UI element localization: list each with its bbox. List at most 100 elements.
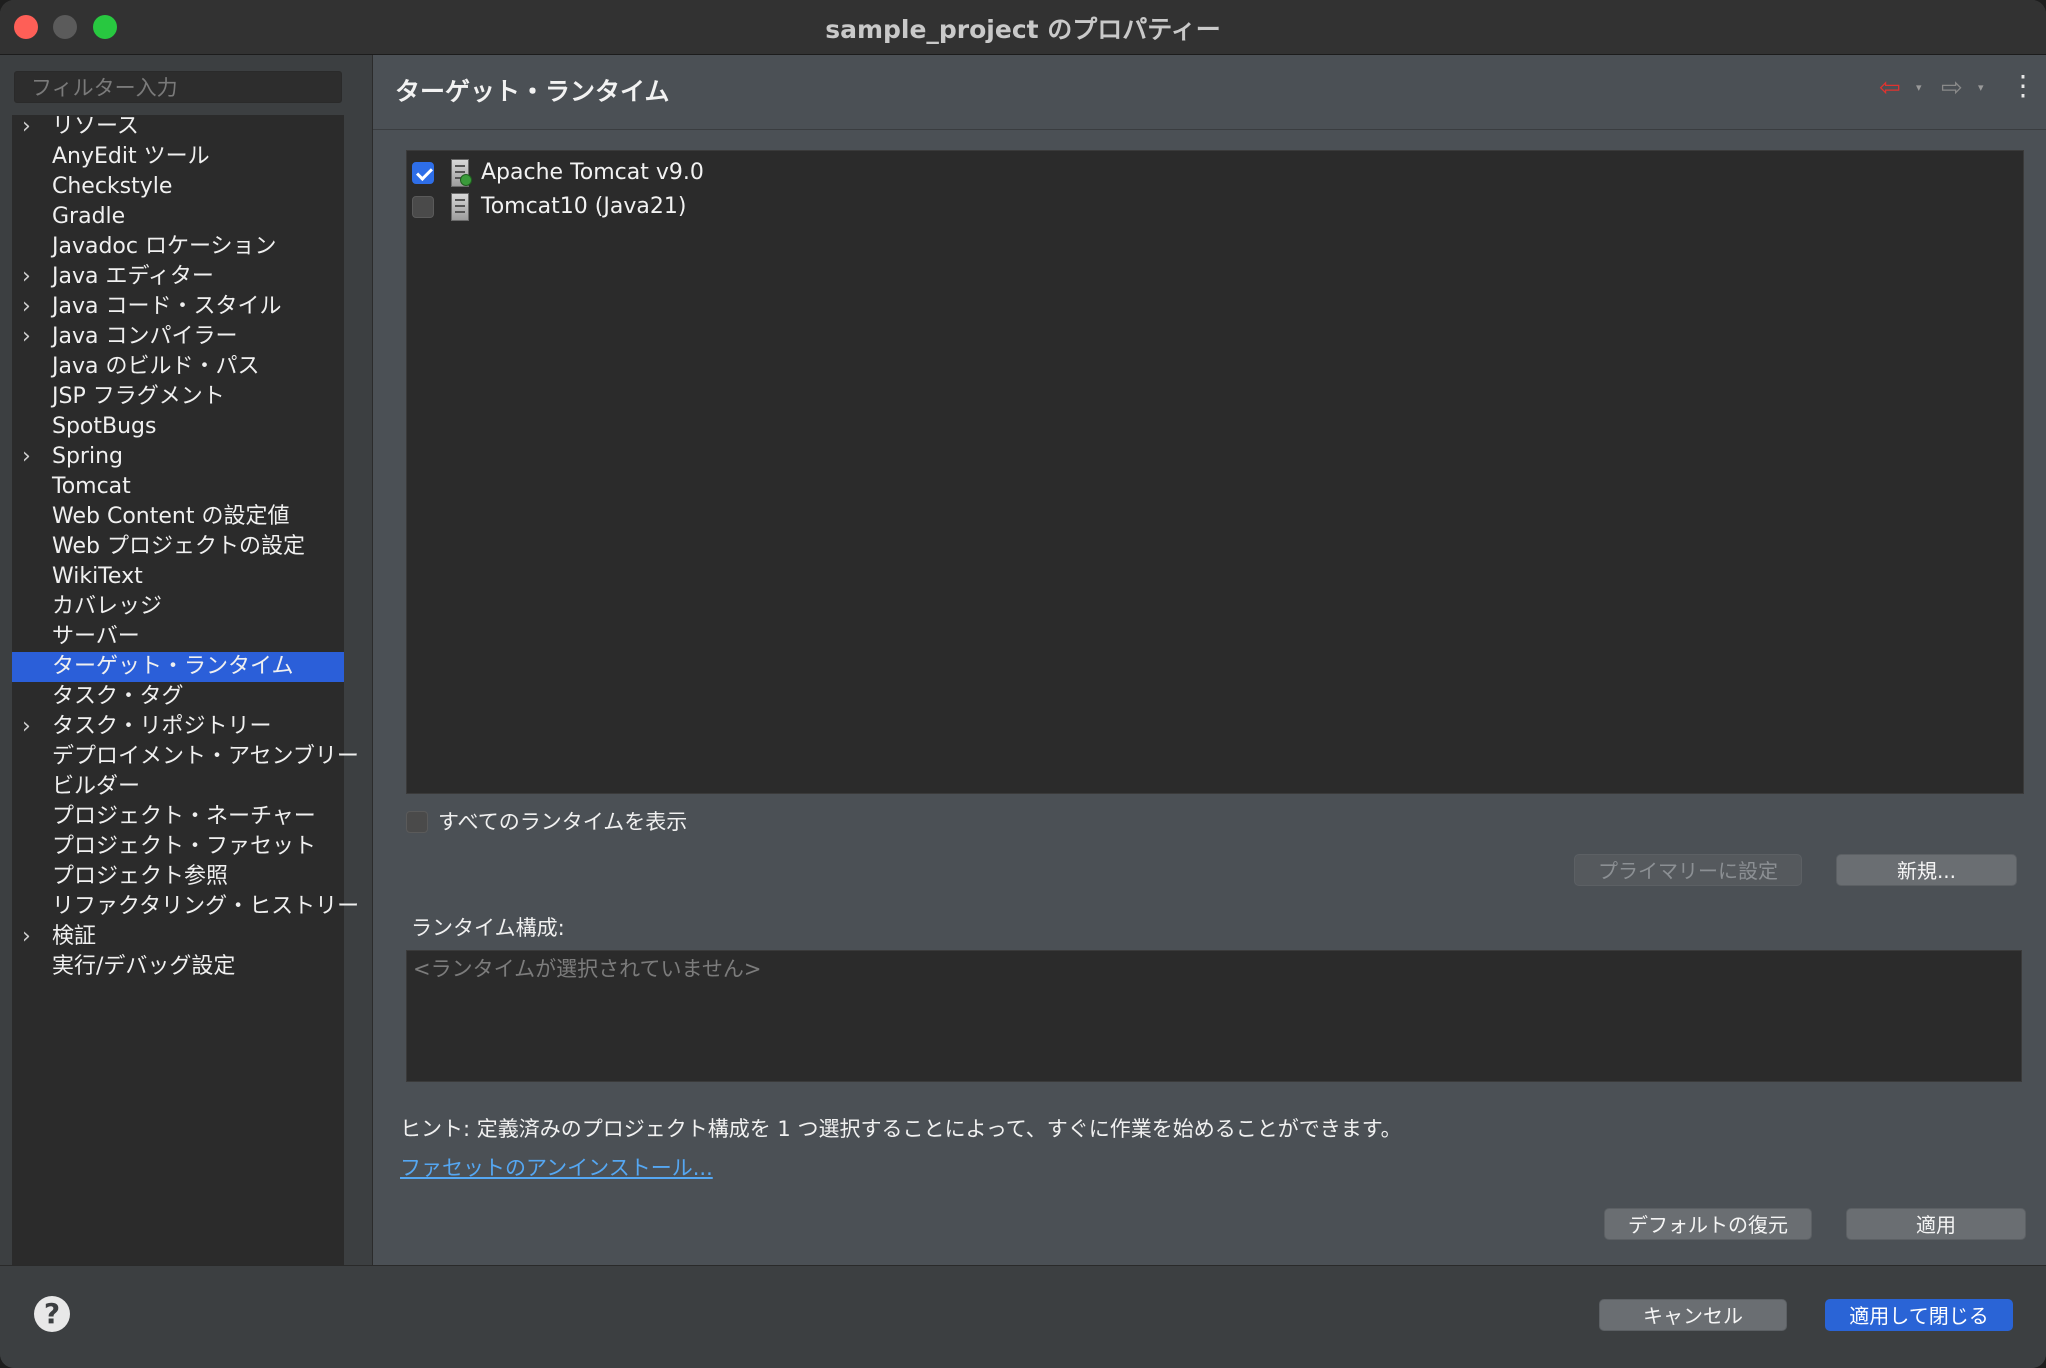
tree-item[interactable]: カバレッジ: [12, 592, 344, 622]
tree-item-label: Java コード・スタイル: [52, 294, 282, 319]
tree-item-label: Web Content の設定値: [52, 504, 290, 529]
tree-item-label: Tomcat: [52, 474, 131, 499]
uninstall-facets-link[interactable]: ファセットのアンインストール...: [400, 1152, 713, 1182]
tree-item-label: Gradle: [52, 204, 126, 229]
header-divider: [373, 129, 2046, 130]
show-all-runtimes-checkbox[interactable]: [406, 811, 428, 833]
tree-item-label: プロジェクト・ネーチャー: [52, 804, 316, 829]
runtime-config-placeholder: <ランタイムが選択されていません>: [413, 957, 762, 981]
tree-item[interactable]: JSP フラグメント: [12, 382, 344, 412]
hint-text: ヒント: 定義済みのプロジェクト構成を 1 つ選択することによって、すぐに作業を…: [400, 1117, 1402, 1141]
tree-item-label: JSP フラグメント: [52, 384, 225, 409]
new-runtime-button[interactable]: 新規...: [1836, 854, 2017, 886]
chevron-right-icon[interactable]: ›: [22, 326, 40, 348]
chevron-right-icon[interactable]: ›: [22, 446, 40, 468]
tree-item[interactable]: ビルダー: [12, 772, 344, 802]
tree-item[interactable]: リファクタリング・ヒストリー: [12, 892, 359, 922]
tree-item-label: カバレッジ: [52, 594, 163, 619]
tree-item-label: リソース: [52, 114, 139, 139]
apply-and-close-button[interactable]: 適用して閉じる: [1825, 1299, 2013, 1331]
restore-defaults-button[interactable]: デフォルトの復元: [1604, 1208, 1812, 1240]
tree-item-label: デプロイメント・アセンブリー: [52, 744, 359, 769]
tree-item-label: 実行/デバッグ設定: [52, 954, 236, 979]
tree-item-label: WikiText: [52, 564, 143, 589]
show-all-runtimes-label: すべてのランタイムを表示: [438, 810, 688, 834]
back-history-dropdown-icon[interactable]: ▾: [1916, 81, 1922, 94]
server-icon: [451, 159, 472, 187]
tree-item-label: Java コンパイラー: [52, 324, 238, 349]
tree-item-label: Javadoc ロケーション: [52, 234, 277, 259]
tree-item[interactable]: › Java エディター: [12, 262, 344, 292]
tree-item[interactable]: › Spring: [12, 442, 344, 472]
tree-item-label: Web プロジェクトの設定: [52, 534, 305, 559]
tree-item[interactable]: Java のビルド・パス: [12, 352, 344, 382]
tree-item[interactable]: ターゲット・ランタイム: [12, 652, 344, 682]
tree-item-label: プロジェクト・ファセット: [52, 834, 317, 859]
apply-button[interactable]: 適用: [1846, 1208, 2026, 1240]
tree-item-label: 検証: [52, 924, 97, 949]
tree-item[interactable]: Checkstyle: [12, 172, 344, 202]
back-arrow-icon[interactable]: ⇦: [1879, 75, 1901, 101]
tree-item-label: ターゲット・ランタイム: [52, 654, 294, 679]
tree-item[interactable]: › リソース: [12, 112, 344, 142]
tree-item[interactable]: プロジェクト参照: [12, 862, 344, 892]
title-bar: sample_project のプロパティー: [0, 0, 2046, 55]
tree-item[interactable]: SpotBugs: [12, 412, 344, 442]
runtime-checkbox[interactable]: [412, 162, 434, 184]
help-icon[interactable]: ?: [34, 1296, 70, 1332]
window-title: sample_project のプロパティー: [825, 15, 1221, 44]
tree-item[interactable]: AnyEdit ツール: [12, 142, 344, 172]
runtime-config-label: ランタイム構成:: [411, 916, 565, 940]
tree-item[interactable]: Web Content の設定値: [12, 502, 344, 532]
chevron-right-icon[interactable]: ›: [22, 116, 40, 138]
tree-item[interactable]: Javadoc ロケーション: [12, 232, 344, 262]
tree-item-label: Spring: [52, 444, 123, 469]
tree-item[interactable]: Web プロジェクトの設定: [12, 532, 344, 562]
tree-item-label: Checkstyle: [52, 174, 173, 199]
tree-item[interactable]: Tomcat: [12, 472, 344, 502]
tree-item[interactable]: プロジェクト・ネーチャー: [12, 802, 344, 832]
page-title: ターゲット・ランタイム: [395, 77, 670, 106]
tree-item-label: タスク・リポジトリー: [52, 714, 272, 739]
set-primary-button[interactable]: プライマリーに設定: [1574, 854, 1802, 886]
tree-item-label: Java のビルド・パス: [52, 354, 260, 379]
tree-item-label: Java エディター: [52, 264, 214, 289]
runtime-checkbox[interactable]: [412, 196, 434, 218]
tree-item-label: サーバー: [52, 624, 140, 649]
tree-item[interactable]: Gradle: [12, 202, 344, 232]
cancel-button[interactable]: キャンセル: [1599, 1299, 1787, 1331]
tree-item-label: プロジェクト参照: [52, 864, 229, 889]
tree-item-label: リファクタリング・ヒストリー: [52, 894, 360, 919]
tree-item-label: AnyEdit ツール: [52, 144, 210, 169]
runtime-list: Apache Tomcat v9.0 Tomcat10 (Java21): [406, 150, 2024, 794]
page-panel: ターゲット・ランタイム ⇦ ▾ ⇨ ▾ ⋮ Apache Tomcat v9.0…: [373, 55, 2046, 1265]
tree-item[interactable]: デプロイメント・アセンブリー: [12, 742, 359, 772]
chevron-right-icon[interactable]: ›: [22, 716, 40, 738]
tree-item[interactable]: WikiText: [12, 562, 344, 592]
tree-item[interactable]: タスク・タグ: [12, 682, 344, 712]
chevron-right-icon[interactable]: ›: [22, 926, 40, 948]
runtime-label: Tomcat10 (Java21): [481, 194, 687, 219]
more-options-icon[interactable]: ⋮: [2009, 71, 2037, 101]
runtime-label: Apache Tomcat v9.0: [481, 160, 704, 185]
tree-item[interactable]: サーバー: [12, 622, 344, 652]
runtime-row[interactable]: Tomcat10 (Java21): [407, 191, 2007, 223]
tree-item[interactable]: › 検証: [12, 922, 344, 952]
tree-item-label: タスク・タグ: [52, 684, 184, 709]
server-icon: [451, 193, 469, 221]
forward-history-dropdown-icon[interactable]: ▾: [1978, 81, 1984, 94]
tree-item[interactable]: › Java コード・スタイル: [12, 292, 344, 322]
runtime-row[interactable]: Apache Tomcat v9.0: [407, 157, 2007, 189]
tree-item[interactable]: プロジェクト・ファセット: [12, 832, 344, 862]
tree-item[interactable]: › Java コンパイラー: [12, 322, 344, 352]
runtime-config-box: <ランタイムが選択されていません>: [406, 950, 2022, 1082]
forward-arrow-icon[interactable]: ⇨: [1941, 75, 1963, 101]
filter-input[interactable]: フィルター入力: [14, 71, 342, 103]
properties-dialog: sample_project のプロパティー フィルター入力 › リソース AnyE…: [0, 0, 2046, 1368]
tree-item-label: SpotBugs: [52, 414, 157, 439]
chevron-right-icon[interactable]: ›: [22, 266, 40, 288]
dialog-footer: ? キャンセル 適用して閉じる: [0, 1265, 2046, 1368]
chevron-right-icon[interactable]: ›: [22, 296, 40, 318]
tree-item[interactable]: 実行/デバッグ設定: [12, 952, 344, 982]
tree-item[interactable]: › タスク・リポジトリー: [12, 712, 344, 742]
